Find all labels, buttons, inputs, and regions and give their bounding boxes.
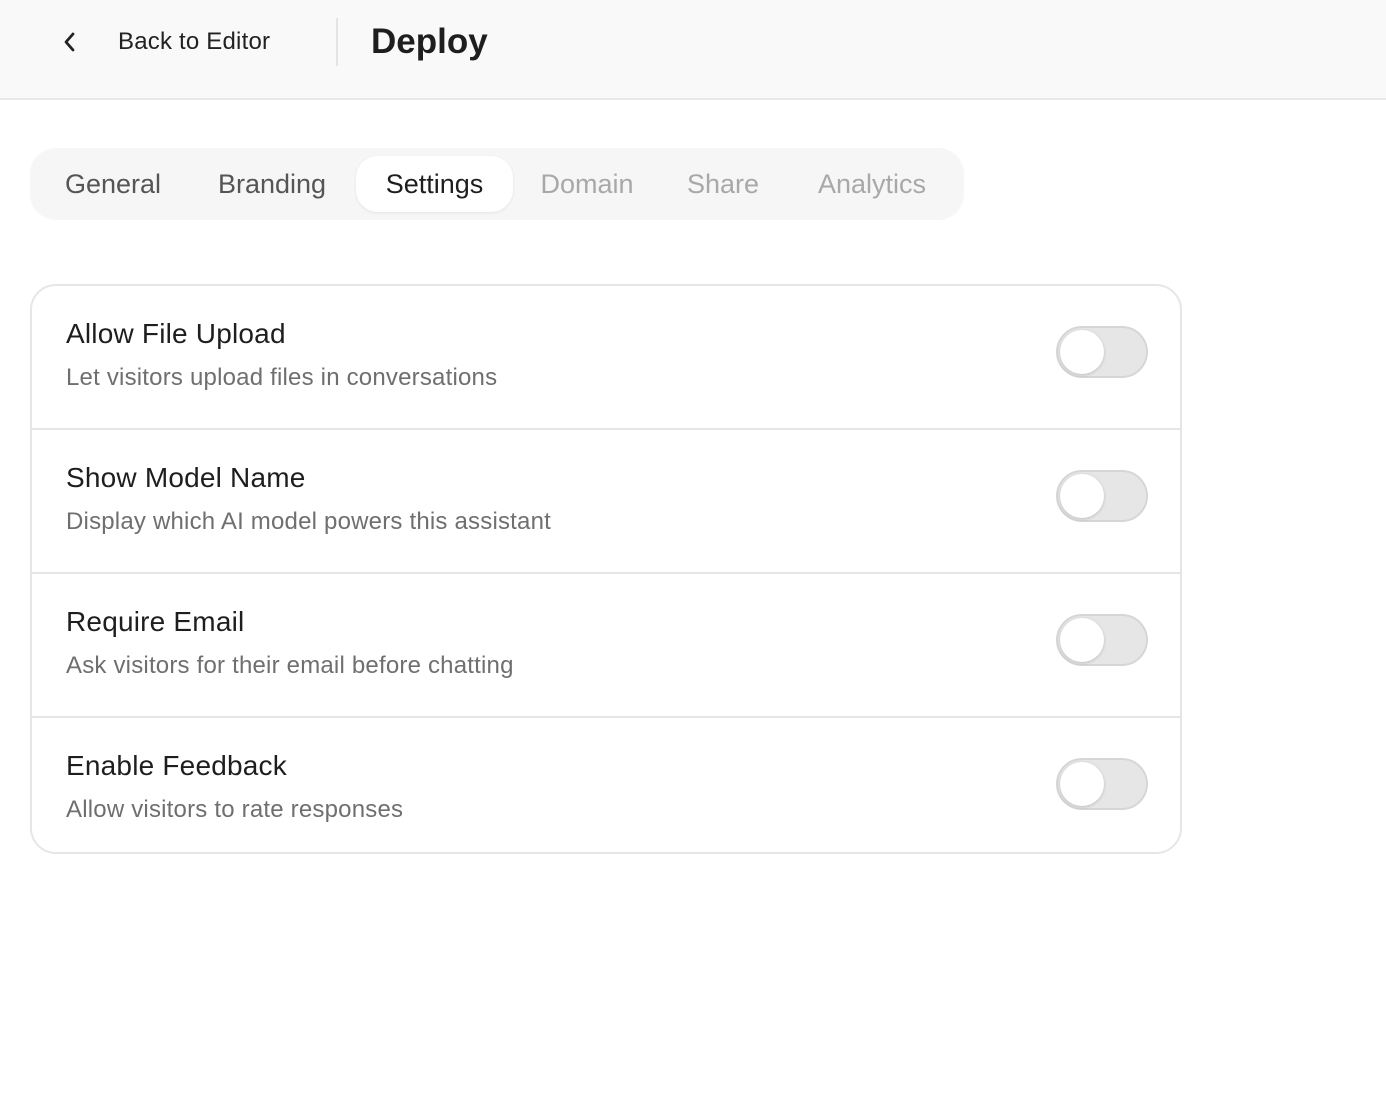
header-divider bbox=[336, 18, 338, 66]
setting-title: Show Model Name bbox=[66, 462, 306, 493]
toggle-knob bbox=[1060, 474, 1104, 518]
tab-bar: General Branding Settings Domain Share A… bbox=[30, 148, 964, 220]
chevron-left-icon bbox=[56, 28, 84, 56]
setting-title: Require Email bbox=[66, 606, 245, 637]
back-to-editor-label: Back to Editor bbox=[118, 28, 271, 55]
toggle-knob bbox=[1060, 762, 1104, 806]
setting-row-require-email: Require Email Ask visitors for their ema… bbox=[32, 572, 1180, 716]
setting-row-feedback: Enable Feedback Allow visitors to rate r… bbox=[32, 716, 1180, 852]
tab-general[interactable]: General bbox=[40, 156, 186, 212]
setting-row-file-upload: Allow File Upload Let visitors upload fi… bbox=[32, 286, 1180, 428]
setting-row-model-name: Show Model Name Display which AI model p… bbox=[32, 428, 1180, 572]
settings-card: Allow File Upload Let visitors upload fi… bbox=[30, 284, 1182, 854]
file-upload-toggle[interactable] bbox=[1056, 326, 1148, 378]
require-email-toggle[interactable] bbox=[1056, 614, 1148, 666]
feedback-toggle[interactable] bbox=[1056, 758, 1148, 810]
setting-description: Let visitors upload files in conversatio… bbox=[66, 364, 498, 391]
setting-title: Enable Feedback bbox=[66, 750, 287, 781]
tab-share[interactable]: Share bbox=[668, 156, 778, 212]
setting-title: Allow File Upload bbox=[66, 318, 286, 349]
tab-analytics[interactable]: Analytics bbox=[794, 156, 950, 212]
toggle-knob bbox=[1060, 618, 1104, 662]
setting-description: Allow visitors to rate responses bbox=[66, 796, 404, 823]
setting-description: Display which AI model powers this assis… bbox=[66, 508, 552, 535]
tab-domain[interactable]: Domain bbox=[521, 156, 653, 212]
toggle-knob bbox=[1060, 330, 1104, 374]
model-name-toggle[interactable] bbox=[1056, 470, 1148, 522]
setting-description: Ask visitors for their email before chat… bbox=[66, 652, 514, 679]
tab-branding[interactable]: Branding bbox=[196, 156, 348, 212]
back-to-editor-button[interactable]: Back to Editor bbox=[56, 18, 270, 66]
tab-settings[interactable]: Settings bbox=[356, 156, 513, 212]
top-bar: Back to Editor Deploy bbox=[0, 0, 1386, 100]
page-title: Deploy bbox=[371, 22, 488, 61]
